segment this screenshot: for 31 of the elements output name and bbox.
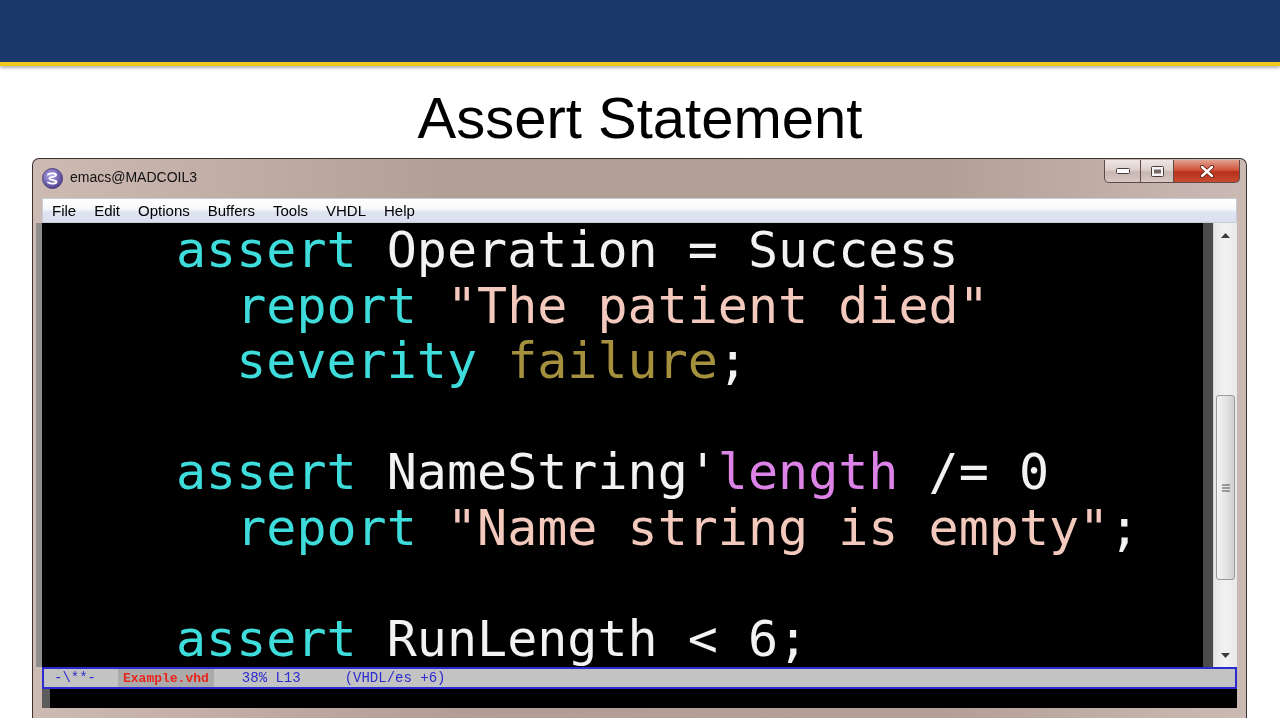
- menu-item[interactable]: Tools: [264, 199, 317, 222]
- major-mode: (VHDL/es +6): [344, 670, 446, 686]
- cursor-position: 38% L13: [241, 670, 301, 686]
- code-line: severity failure;: [236, 334, 748, 390]
- maximize-icon: [1150, 165, 1164, 177]
- maximize-button[interactable]: [1141, 160, 1174, 183]
- menu-item[interactable]: Buffers: [198, 199, 264, 222]
- menu-item[interactable]: VHDL: [317, 199, 376, 222]
- down-arrow-icon[interactable]: [1221, 653, 1230, 658]
- code-line: report "The patient died": [236, 278, 989, 334]
- menu-item[interactable]: Help: [375, 199, 424, 222]
- menu-item[interactable]: Options: [129, 199, 199, 222]
- code-line: assert Operation = Success: [176, 223, 959, 279]
- window-title: emacs@MADCOIL3: [70, 168, 198, 187]
- slide-title: Assert Statement: [417, 85, 863, 151]
- grip-icon: [1221, 483, 1230, 492]
- up-arrow-icon[interactable]: [1221, 233, 1230, 238]
- code-line: report "Name string is empty";: [236, 500, 1140, 556]
- minimize-icon: [1115, 168, 1130, 174]
- scrollbar[interactable]: [1213, 223, 1237, 667]
- app-icon: [42, 168, 63, 189]
- modified-status: -\**-: [54, 670, 96, 686]
- close-icon: [1198, 164, 1215, 178]
- code-line: assert NameString'length /= 0: [176, 445, 1049, 501]
- menu-item[interactable]: Edit: [85, 199, 130, 222]
- menu-item[interactable]: File: [43, 199, 86, 222]
- scrollbar-thumb[interactable]: [1216, 395, 1235, 580]
- close-button[interactable]: [1174, 160, 1240, 183]
- minimize-button[interactable]: [1104, 160, 1141, 183]
- buffer-name: Example.vhd: [118, 669, 214, 687]
- code-line: assert RunLength < 6;: [176, 611, 809, 667]
